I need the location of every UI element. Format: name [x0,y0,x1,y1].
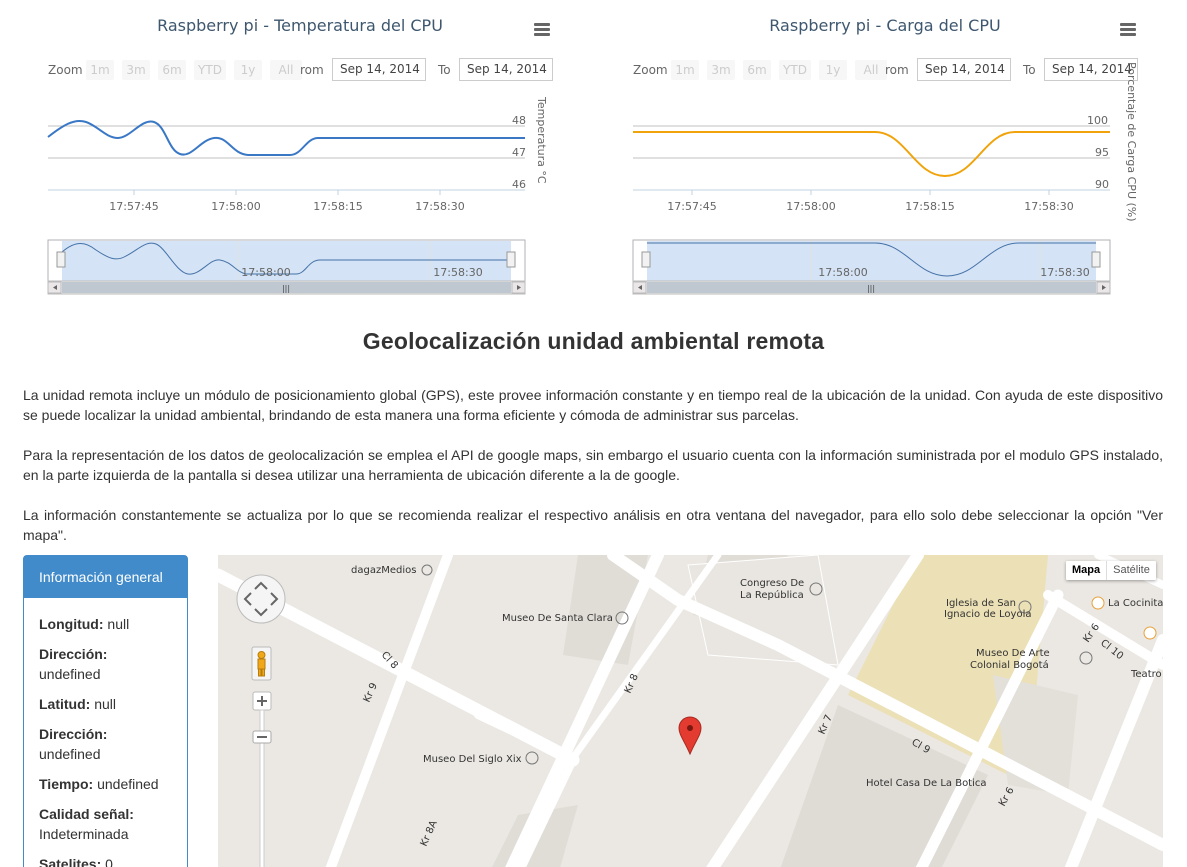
info-row-signal: Calidad señal: Indeterminada [39,806,134,842]
street-label: Kr 8A [419,819,440,848]
zoom-in-button[interactable] [252,691,272,711]
paragraph-update: La información constantemente se actuali… [23,507,1163,543]
y-tick-label: 100 [1087,114,1108,127]
street-label: Kr 9 [362,681,380,704]
street-label: Kr 8 [623,672,641,695]
cpu-load-plot: 100 95 90 17:57:45 17:58:00 17:58:15 17:… [632,114,1111,295]
street-view-pegman-icon[interactable] [251,646,272,681]
info-row-longitude: Longitud: null [39,616,130,632]
x-tick-label: 17:58:15 [313,200,362,213]
x-tick-label: 17:57:45 [109,200,158,213]
map-label: Museo De Santa Clara [502,613,613,624]
map-canvas[interactable]: dagazMedios Congreso De La República Mus… [218,555,1163,867]
x-tick-label: 17:57:45 [667,200,716,213]
temperature-chart: Raspberry pi - Temperatura del CPU Zoom … [0,0,560,300]
info-row-latitude: Latitud: null [39,696,117,712]
y-axis-title: Porcentaje de Carga CPU (%) [1125,62,1138,222]
x-tick-label: 17:58:30 [1024,200,1073,213]
navigator-tick-label: 17:58:00 [241,266,290,279]
navigator-handle-right[interactable] [1091,251,1101,268]
street-label: Kr 6 [997,785,1017,808]
map-type-map-button[interactable]: Mapa [1066,561,1106,580]
navigator-tick-label: 17:58:00 [818,266,867,279]
pan-control[interactable] [236,574,286,624]
x-tick-label: 17:58:00 [786,200,835,213]
navigator-handle-left[interactable] [56,251,66,268]
zoom-slider-handle[interactable] [252,730,272,744]
map-label: Congreso De [740,578,804,589]
y-axis-title: Temperatura °C [535,97,548,184]
info-row-direction: Dirección: undefined [39,726,108,762]
y-tick-label: 48 [512,114,526,127]
navigator-tick-label: 17:58:30 [1040,266,1089,279]
map-label: La Cocinita [1108,598,1163,609]
info-panel: Información general Longitud: null Direc… [23,555,188,867]
y-tick-label: 46 [512,178,526,191]
map-type-satellite-button[interactable]: Satélite [1107,561,1156,580]
paragraph-intro: La unidad remota incluye un módulo de po… [23,387,1163,423]
map-label: dagazMedios [351,565,416,576]
map-label: Museo Del Siglo Xix [423,754,522,765]
map-type-control: Mapa Satélite [1066,561,1156,580]
y-tick-label: 90 [1095,178,1109,191]
map-label: Museo De Arte [976,648,1050,659]
x-tick-label: 17:58:15 [905,200,954,213]
x-tick-label: 17:58:30 [415,200,464,213]
location-pin-icon[interactable] [678,716,702,756]
cpu-load-chart: Raspberry pi - Carga del CPU Zoom 1m 3m … [585,0,1145,300]
temperature-plot: 48 47 46 17:57:45 17:58:00 17:58:15 17:5… [47,114,526,295]
cpu-load-series-line [633,131,1110,178]
info-row-time: Tiempo: undefined [39,776,159,792]
map-label: Teatro [1130,669,1162,680]
google-map[interactable]: dagazMedios Congreso De La República Mus… [218,555,1163,867]
svg-text:|||: ||| [867,284,875,293]
info-row-direction: Dirección: undefined [39,646,108,682]
y-tick-label: 47 [512,146,526,159]
navigator-selection[interactable] [647,241,1096,281]
svg-text:|||: ||| [282,284,290,293]
map-label: Colonial Bogotá [970,659,1049,671]
info-row-satellites: Satelites: 0 [39,856,113,867]
page-title: Geolocalización unidad ambiental remota [362,328,825,354]
navigator-tick-label: 17:58:30 [433,266,482,279]
map-label: La República [740,589,804,601]
map-label: Hotel Casa De La Botica [866,778,987,789]
map-label: Iglesia de San [946,598,1016,609]
paragraph-maps-api: Para la representación de los datos de g… [23,447,1163,483]
info-panel-heading: Información general [24,556,187,598]
map-label: Ignacio de Loyola [944,609,1031,620]
navigator-handle-left[interactable] [641,251,651,268]
y-tick-label: 95 [1095,146,1109,159]
x-tick-label: 17:58:00 [211,200,260,213]
navigator-handle-right[interactable] [506,251,516,268]
